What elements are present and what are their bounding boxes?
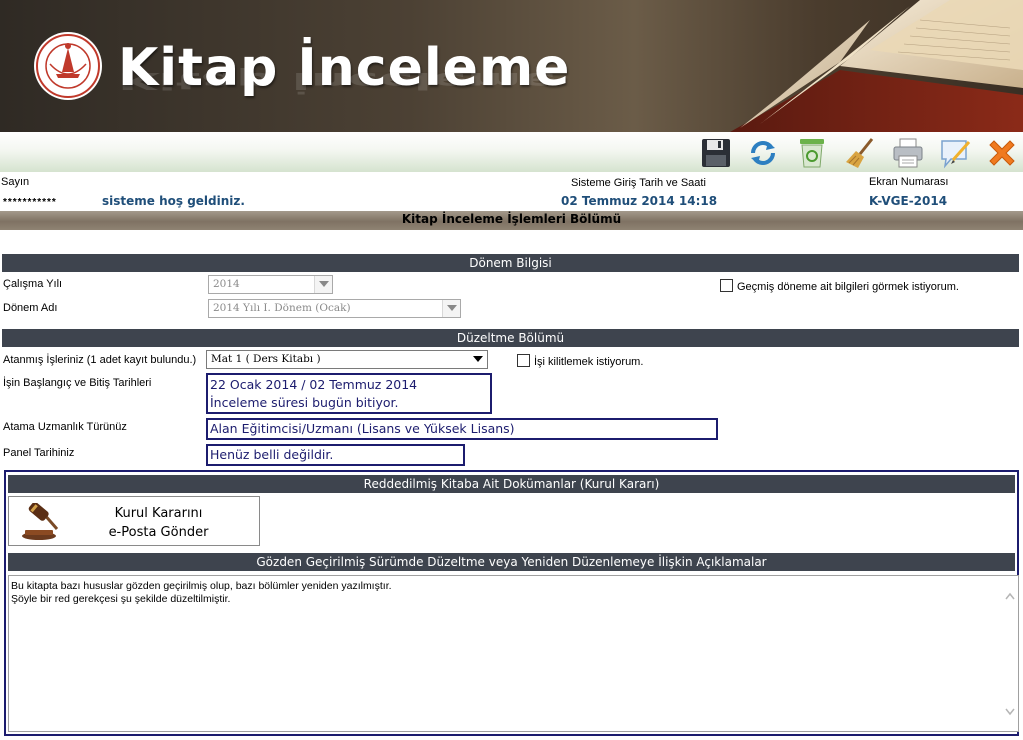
textarea-scrollbar[interactable] xyxy=(1003,590,1017,718)
year-label: Çalışma Yılı xyxy=(3,278,63,290)
period-select[interactable]: 2014 Yılı I. Dönem (Ocak) xyxy=(208,299,461,318)
user-name: *********** xyxy=(3,197,57,208)
period-label: Dönem Adı xyxy=(3,302,58,314)
dates-range: 22 Ocak 2014 / 02 Temmuz 2014 xyxy=(210,377,418,392)
section-duzeltme: Düzeltme Bölümü xyxy=(2,329,1019,347)
section-donem-bilgisi: Dönem Bilgisi xyxy=(2,254,1019,272)
book-illustration xyxy=(720,0,1023,132)
dates-note: İnceleme süresi bugün bitiyor. xyxy=(210,395,399,410)
login-label: Sisteme Giriş Tarih ve Saati xyxy=(571,177,706,189)
year-select-value: 2014 xyxy=(213,278,240,290)
comment-edit-icon[interactable] xyxy=(939,136,973,170)
send-decision-line1: Kurul Kararını xyxy=(114,506,203,521)
past-period-label: Geçmiş döneme ait bilgileri görmek istiy… xyxy=(737,281,959,293)
send-decision-line2: e-Posta Gönder xyxy=(108,525,209,540)
dates-label: İşin Başlangıç ve Bitiş Tarihleri xyxy=(3,377,152,389)
screen-number: K-VGE-2014 xyxy=(869,194,948,208)
dates-box: 22 Ocak 2014 / 02 Temmuz 2014 İnceleme s… xyxy=(206,373,492,414)
save-icon[interactable] xyxy=(699,136,733,170)
lock-job-label: İşi kilitlemek istiyorum. xyxy=(534,356,644,368)
gavel-icon xyxy=(19,501,61,544)
chevron-down-icon xyxy=(442,300,460,317)
assigned-select[interactable]: Mat 1 ( Ders Kitabı ) xyxy=(206,350,488,369)
send-decision-email-button[interactable]: Kurul Kararını e-Posta Gönder xyxy=(8,496,260,546)
expertise-label: Atama Uzmanlık Türünüz xyxy=(3,421,127,433)
close-icon[interactable] xyxy=(985,136,1019,170)
app-window: Kitap İnceleme Kitap İnceleme Sayın ****… xyxy=(0,0,1023,740)
section-rejected-docs: Reddedilmiş Kitaba Ait Dokümanlar (Kurul… xyxy=(8,475,1015,493)
banner: Kitap İnceleme Kitap İnceleme xyxy=(0,0,1023,132)
greeting-label: Sayın xyxy=(1,176,30,188)
recycle-bin-icon[interactable] xyxy=(795,136,829,170)
welcome-text: sisteme hoş geldiniz. xyxy=(102,194,245,208)
assigned-select-value: Mat 1 ( Ders Kitabı ) xyxy=(211,353,321,365)
print-icon[interactable] xyxy=(891,136,925,170)
meb-logo xyxy=(32,28,104,107)
explanations-textarea[interactable]: Bu kitapta bazı hususlar gözden geçirilm… xyxy=(8,575,1019,732)
refresh-icon[interactable] xyxy=(746,136,780,170)
banner-title-reflection: Kitap İnceleme xyxy=(118,67,557,94)
panel-label: Panel Tarihiniz xyxy=(3,447,75,459)
page-title: Kitap İnceleme İşlemleri Bölümü xyxy=(0,211,1023,230)
section-explanations: Gözden Geçirilmiş Sürümde Düzeltme veya … xyxy=(8,553,1015,571)
explanation-line2: Şöyle bir red gerekçesi şu şekilde düzel… xyxy=(11,593,231,605)
panel-value: Henüz belli değildir. xyxy=(206,444,465,466)
screen-number-label: Ekran Numarası xyxy=(869,176,949,188)
year-select[interactable]: 2014 xyxy=(208,275,333,294)
send-decision-email-label: Kurul Kararını e-Posta Gönder xyxy=(71,504,246,542)
period-select-value: 2014 Yılı I. Dönem (Ocak) xyxy=(213,302,351,314)
assigned-label: Atanmış İşleriniz (1 adet kayıt bulundu.… xyxy=(3,354,197,366)
chevron-down-icon xyxy=(469,351,487,368)
explanation-line1: Bu kitapta bazı hususlar gözden geçirilm… xyxy=(11,580,392,592)
lock-job-checkbox[interactable] xyxy=(517,354,530,367)
login-datetime: 02 Temmuz 2014 14:18 xyxy=(561,194,718,208)
past-period-checkbox[interactable] xyxy=(720,279,733,292)
expertise-value: Alan Eğitimcisi/Uzmanı (Lisans ve Yüksek… xyxy=(206,418,718,440)
toolbar xyxy=(0,132,1023,172)
chevron-down-icon xyxy=(314,276,332,293)
broom-icon[interactable] xyxy=(844,136,878,170)
